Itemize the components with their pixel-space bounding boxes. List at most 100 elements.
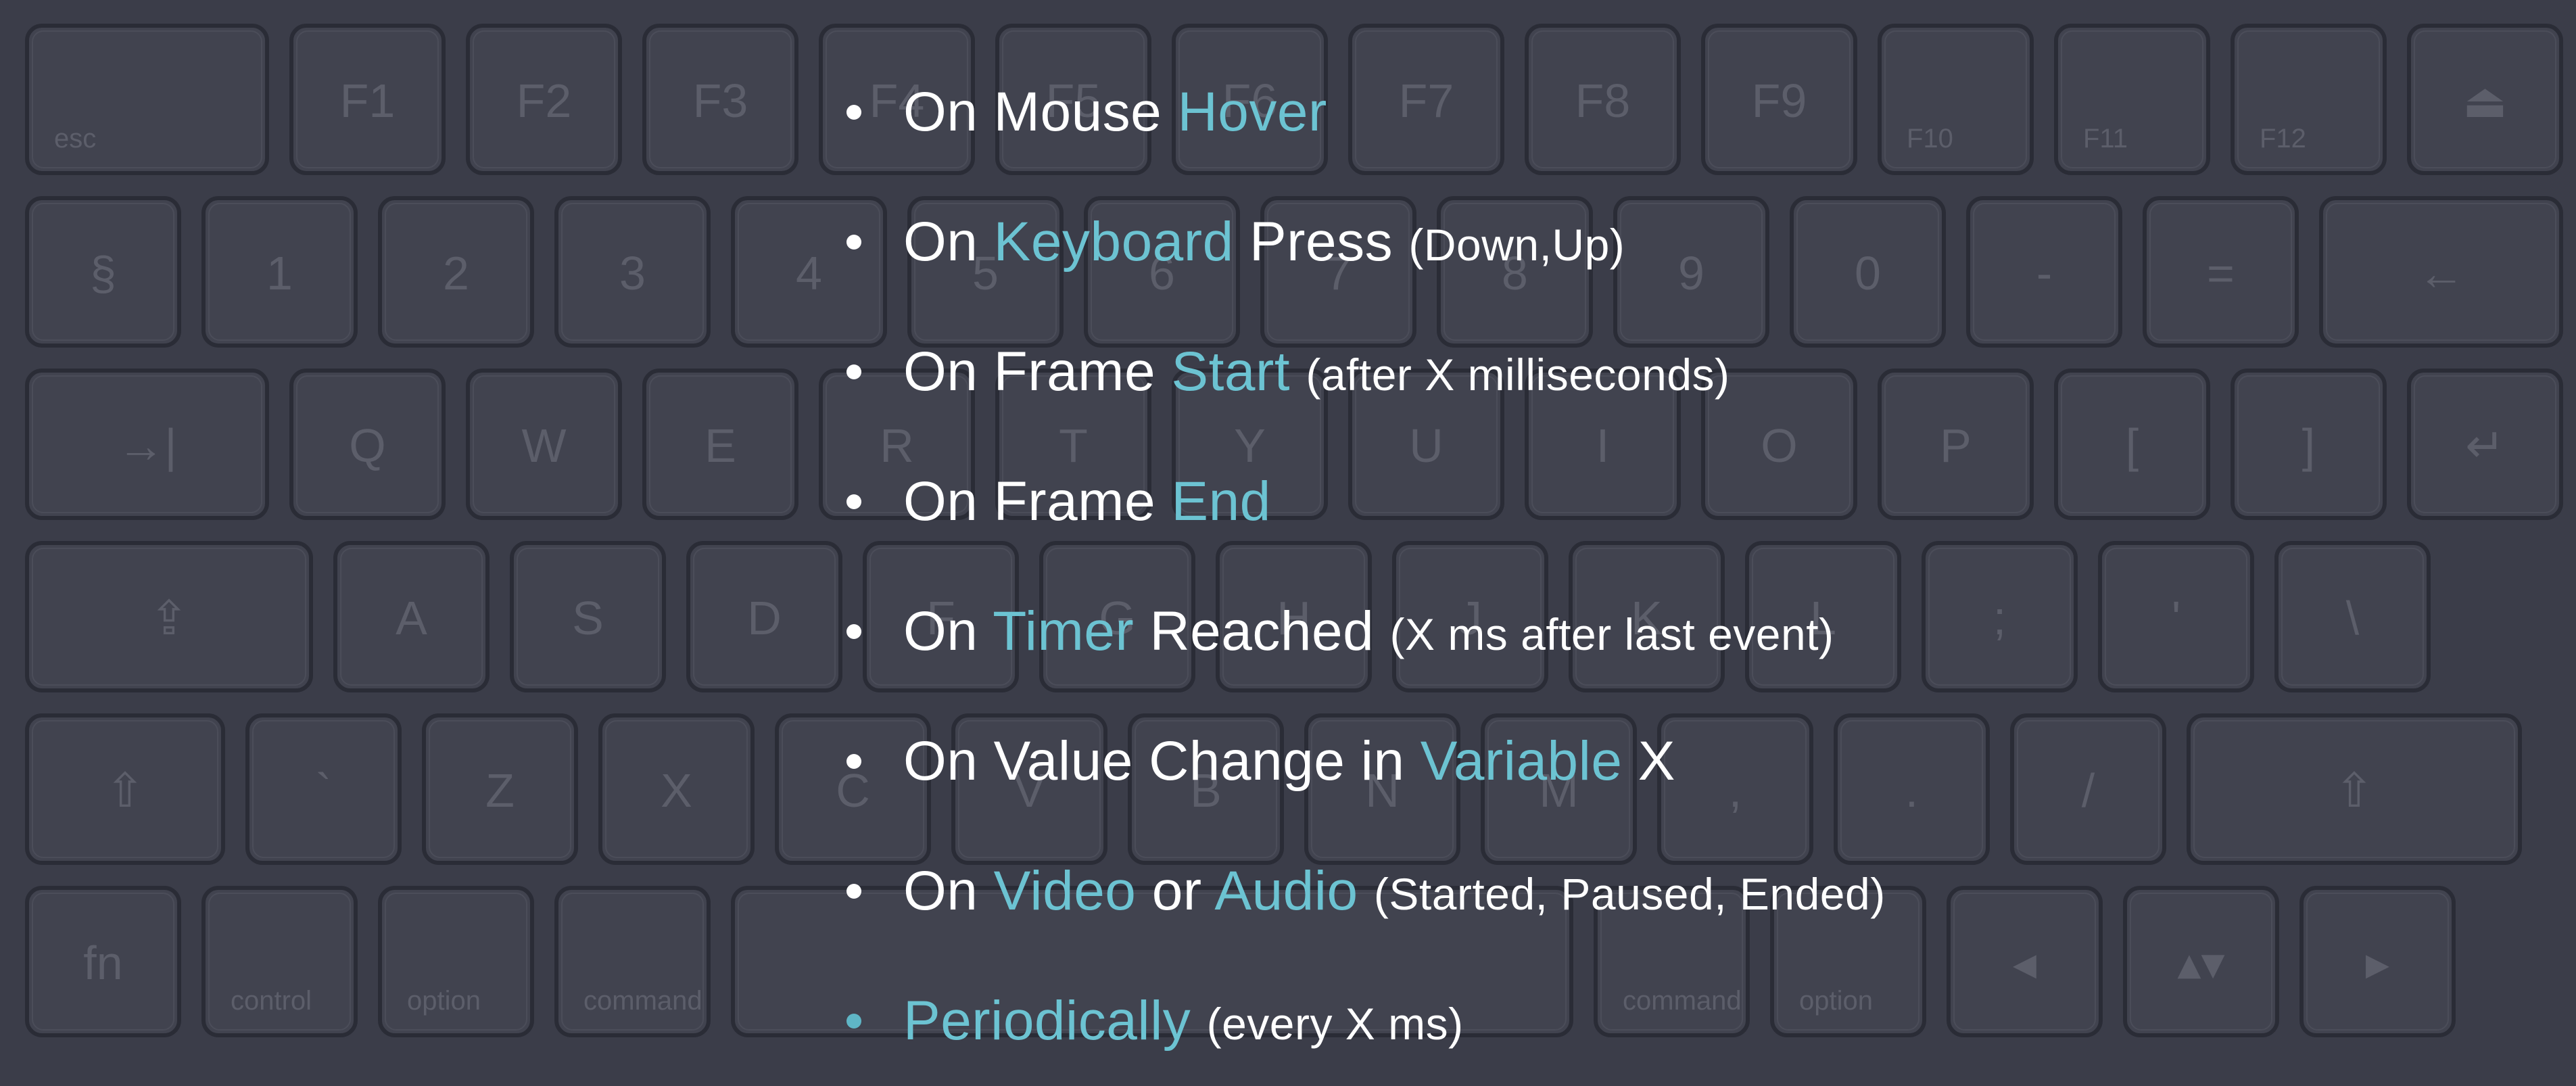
keyboard-key: ⇪ bbox=[25, 541, 313, 692]
event-text-part: On Frame bbox=[903, 471, 1172, 532]
event-item: On Frame Start (after X milliseconds) bbox=[825, 307, 1886, 437]
keyboard-key: E bbox=[642, 369, 798, 520]
highlighted-term: End bbox=[1171, 471, 1271, 532]
keyboard-key: ↵ bbox=[2407, 369, 2563, 520]
keyboard-key: § bbox=[25, 196, 181, 348]
event-item: Periodically (every X ms) bbox=[825, 956, 1886, 1086]
keyboard-key: = bbox=[2143, 196, 2299, 348]
key-label: F1 bbox=[340, 74, 396, 127]
event-text: On Timer Reached (X ms after last event) bbox=[903, 600, 1834, 663]
event-text-part: On bbox=[903, 600, 993, 662]
key-label: § bbox=[90, 247, 116, 300]
highlighted-term: Keyboard bbox=[993, 211, 1234, 273]
keyboard-key: ] bbox=[2231, 369, 2387, 520]
keyboard-key: 2 bbox=[378, 196, 534, 348]
key-label: . bbox=[1905, 764, 1918, 817]
event-item: On Value Change in Variable X bbox=[825, 697, 1886, 826]
key-label: ⇧ bbox=[105, 764, 145, 817]
keyboard-key: ⇧ bbox=[25, 713, 225, 865]
event-text-part: Press bbox=[1233, 211, 1409, 273]
event-text: On Mouse Hover bbox=[903, 80, 1327, 144]
key-label: control bbox=[231, 986, 312, 1016]
event-item: On Video or Audio (Started, Paused, Ende… bbox=[825, 826, 1886, 956]
key-label: fn bbox=[83, 937, 122, 989]
highlighted-term: Periodically bbox=[903, 990, 1191, 1052]
key-label: X bbox=[661, 764, 692, 817]
event-list: On Mouse Hover On Keyboard Press (Down,Up… bbox=[825, 47, 1886, 1086]
key-label: Z bbox=[485, 764, 515, 817]
event-text: On Frame End bbox=[903, 470, 1271, 534]
keyboard-key: X bbox=[598, 713, 755, 865]
key-label: F10 bbox=[1907, 124, 1953, 154]
key-label: ◂ bbox=[2013, 937, 2036, 989]
key-label: A bbox=[396, 592, 427, 644]
key-label: - bbox=[2036, 247, 2052, 300]
key-label: esc bbox=[54, 124, 96, 154]
key-label: option bbox=[407, 986, 481, 1016]
event-text-part bbox=[1290, 341, 1306, 402]
key-label: S bbox=[572, 592, 604, 644]
bullet-icon bbox=[846, 884, 861, 899]
keyboard-key: S bbox=[510, 541, 666, 692]
keyboard-key: \ bbox=[2274, 541, 2431, 692]
key-label: 2 bbox=[443, 247, 469, 300]
keyboard-key: 3 bbox=[554, 196, 711, 348]
highlighted-term: Hover bbox=[1177, 81, 1327, 143]
key-label: P bbox=[1940, 419, 1972, 472]
keyboard-key: F10 bbox=[1878, 24, 2034, 175]
bullet-icon bbox=[846, 754, 861, 769]
event-text-part: On bbox=[903, 211, 994, 273]
keyboard-key: ▴▾ bbox=[2123, 886, 2279, 1037]
key-label: = bbox=[2207, 247, 2235, 300]
keyboard-key: command bbox=[554, 886, 711, 1037]
key-label: 3 bbox=[619, 247, 646, 300]
key-label: E bbox=[705, 419, 736, 472]
key-label: [ bbox=[2126, 419, 2139, 472]
event-text-part: or bbox=[1136, 860, 1215, 922]
keyboard-key: ▸ bbox=[2299, 886, 2456, 1037]
keyboard-key: A bbox=[333, 541, 490, 692]
key-label: F11 bbox=[2083, 124, 2128, 154]
event-text-part: On Frame bbox=[903, 341, 1172, 402]
key-label: ' bbox=[2172, 592, 2180, 644]
key-label: ` bbox=[316, 764, 331, 817]
keyboard-key: option bbox=[378, 886, 534, 1037]
bullet-icon bbox=[846, 364, 861, 379]
keyboard-key: fn bbox=[25, 886, 181, 1037]
key-label: ⇧ bbox=[2335, 764, 2375, 817]
event-item: On Mouse Hover bbox=[825, 47, 1886, 177]
event-text-part bbox=[1358, 860, 1374, 922]
event-note: (Started, Paused, Ended) bbox=[1373, 869, 1886, 919]
event-item: On Frame End bbox=[825, 437, 1886, 567]
event-note: (every X ms) bbox=[1206, 999, 1464, 1049]
key-label: \ bbox=[2346, 592, 2360, 644]
keyboard-key: ⇧ bbox=[2187, 713, 2522, 865]
key-label: Q bbox=[349, 419, 385, 472]
highlighted-term: Video bbox=[993, 860, 1137, 922]
keyboard-key: ← bbox=[2319, 196, 2563, 348]
key-label: F2 bbox=[517, 74, 572, 127]
keyboard-key: ⏏ bbox=[2407, 24, 2563, 175]
key-label: D bbox=[747, 592, 782, 644]
keyboard-key: ◂ bbox=[1947, 886, 2103, 1037]
bullet-icon bbox=[846, 624, 861, 639]
highlighted-term: Start bbox=[1171, 341, 1291, 402]
key-label: 4 bbox=[796, 247, 822, 300]
highlighted-term: Variable bbox=[1420, 730, 1623, 792]
event-item: On Timer Reached (X ms after last event) bbox=[825, 567, 1886, 697]
keyboard-key: W bbox=[466, 369, 622, 520]
bullet-icon bbox=[846, 235, 861, 250]
key-label: command bbox=[583, 986, 702, 1016]
event-text: On Keyboard Press (Down,Up) bbox=[903, 210, 1625, 274]
key-label: ▴▾ bbox=[2177, 937, 2224, 989]
key-label: F12 bbox=[2260, 124, 2306, 154]
key-label: ⇪ bbox=[149, 592, 189, 644]
key-label: ; bbox=[1993, 592, 2006, 644]
keyboard-key: F11 bbox=[2054, 24, 2210, 175]
keyboard-key: F12 bbox=[2231, 24, 2387, 175]
keyboard-key: D bbox=[686, 541, 842, 692]
key-label: →| bbox=[117, 419, 176, 472]
event-note: (X ms after last event) bbox=[1389, 609, 1834, 659]
keyboard-key: ; bbox=[1922, 541, 2078, 692]
keyboard-key: Z bbox=[422, 713, 578, 865]
